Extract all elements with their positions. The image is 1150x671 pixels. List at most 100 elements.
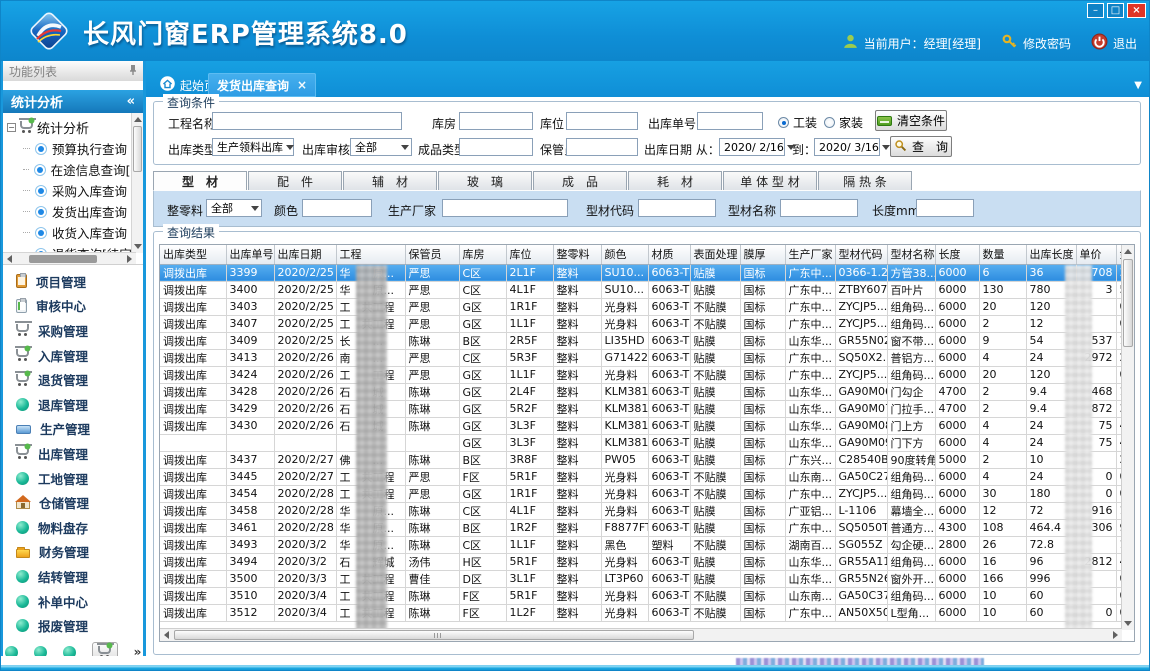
material-tab[interactable]: 配 件 bbox=[248, 171, 342, 190]
table-row[interactable]: 调拨出库34242020/2/26工 工程严思G区1L1F整料光身料6063-T… bbox=[160, 366, 1132, 383]
column-header[interactable]: 库房 bbox=[459, 245, 506, 264]
order-no-input[interactable] bbox=[697, 112, 763, 130]
sidebar-item-入库管理[interactable]: 入库管理 bbox=[3, 343, 143, 368]
tree-item[interactable]: 采购入库查询 bbox=[7, 180, 143, 201]
sidebar-item-物料盘存[interactable]: 物料盘存 bbox=[3, 515, 143, 540]
tree-item[interactable]: 在途信息查询[待 bbox=[7, 159, 143, 180]
minimize-button[interactable]: – bbox=[1087, 3, 1104, 18]
column-header[interactable]: 单价 bbox=[1076, 245, 1116, 264]
column-header[interactable]: 库位 bbox=[506, 245, 553, 264]
warehouse-input[interactable] bbox=[459, 112, 533, 130]
sidebar-item-仓储管理[interactable]: 仓储管理 bbox=[3, 490, 143, 515]
column-header[interactable]: 整零料 bbox=[553, 245, 601, 264]
column-header[interactable]: 保管员 bbox=[405, 245, 459, 264]
column-header[interactable]: 出库日期 bbox=[274, 245, 336, 264]
column-header[interactable]: 型材名称 bbox=[887, 245, 935, 264]
table-row[interactable]: 调拨出库35002020/3/3工 共工程曹佳D区3L1F整料LT3P60606… bbox=[160, 570, 1132, 587]
column-header[interactable]: 材质 bbox=[648, 245, 690, 264]
column-header[interactable]: 表面处理 bbox=[690, 245, 740, 264]
table-row[interactable]: 调拨出库34002020/2/25华 原...严思C区4L1F整料SU10...… bbox=[160, 281, 1132, 298]
tab-shipping-query[interactable]: 发货出库查询 × bbox=[208, 73, 316, 97]
tree-item[interactable]: 收货入库查询 bbox=[7, 222, 143, 243]
section-header[interactable]: 统计分析 « bbox=[3, 90, 143, 113]
sidebar-item-退库管理[interactable]: 退库管理 bbox=[3, 392, 143, 417]
collapse-icon[interactable]: « bbox=[127, 94, 135, 109]
column-header[interactable]: 数量 bbox=[979, 245, 1026, 264]
search-button[interactable]: 查 询 bbox=[890, 136, 952, 157]
sidebar-item-工地管理[interactable]: 工地管理 bbox=[3, 466, 143, 491]
grid-vertical-scrollbar[interactable] bbox=[1121, 245, 1134, 630]
change-password-button[interactable]: 修改密码 bbox=[1001, 33, 1071, 53]
whole-part-select[interactable]: 全部 bbox=[206, 199, 262, 217]
tree-root[interactable]: − 统计分析 bbox=[7, 116, 143, 138]
column-header[interactable]: 出库长度 bbox=[1026, 245, 1076, 264]
column-header[interactable]: 颜色 bbox=[601, 245, 648, 264]
column-header[interactable]: 膜厚 bbox=[740, 245, 785, 264]
tree-collapse-icon[interactable]: − bbox=[7, 123, 16, 132]
factory-input[interactable] bbox=[442, 199, 568, 217]
tree-item[interactable]: 发货出库查询 bbox=[7, 201, 143, 222]
sidebar-item-补单中心[interactable]: 补单中心 bbox=[3, 589, 143, 614]
table-row[interactable]: 调拨出库34942020/3/2石 辉城汤伟H区5R1F整料光身料6063-T5… bbox=[160, 553, 1132, 570]
close-button[interactable]: × bbox=[1127, 3, 1146, 18]
sidebar-item-财务管理[interactable]: 财务管理 bbox=[3, 540, 143, 565]
table-row[interactable]: 调拨出库34612020/2/28华 原...陈琳B区1R2F整料F8877FT… bbox=[160, 519, 1132, 536]
material-tab[interactable]: 型 材 bbox=[153, 171, 247, 190]
project-name-input[interactable] bbox=[212, 112, 402, 130]
column-header[interactable]: 出库类型 bbox=[160, 245, 226, 264]
sidebar-item-退货管理[interactable]: 退货管理 bbox=[3, 367, 143, 392]
color-input[interactable] bbox=[302, 199, 372, 217]
column-header[interactable]: 型材代码 bbox=[835, 245, 887, 264]
column-header[interactable]: 出库单号 bbox=[226, 245, 274, 264]
table-row[interactable]: 调拨出库34302020/2/26石 城陈琳G区3L3F整料KLM3817606… bbox=[160, 417, 1132, 434]
material-tab[interactable]: 辅 材 bbox=[343, 171, 437, 190]
table-row[interactable]: 调拨出库34092020/2/25长 ...陈琳B区2R5F整料LI35HD60… bbox=[160, 332, 1132, 349]
keeper-input[interactable] bbox=[566, 138, 638, 156]
table-row[interactable]: 调拨出库34932020/3/2华 原...陈琳C区1L1F整料黑色塑料不贴膜国… bbox=[160, 536, 1132, 553]
radio-industrial[interactable]: 工装 bbox=[778, 114, 817, 131]
sidebar-item-出库管理[interactable]: 出库管理 bbox=[3, 441, 143, 466]
logout-button[interactable]: 退出 bbox=[1091, 33, 1137, 53]
maximize-button[interactable]: □ bbox=[1107, 3, 1124, 18]
out-type-select[interactable]: 生产领料出库 bbox=[212, 138, 294, 156]
column-header[interactable]: 工程 bbox=[336, 245, 405, 264]
table-row[interactable]: 调拨出库34282020/2/26石 城陈琳G区2L4F整料KLM3817606… bbox=[160, 383, 1132, 400]
sidebar-item-项目管理[interactable]: 项目管理 bbox=[3, 269, 143, 294]
table-row[interactable]: 调拨出库35102020/3/4工 共工程陈琳F区5R1F整料光身料6063-T… bbox=[160, 587, 1132, 604]
table-row[interactable]: G区3L3F整料KLM38176063-T5贴膜国标山东华...GA90M09.… bbox=[160, 434, 1132, 451]
product-type-input[interactable] bbox=[459, 138, 533, 156]
tree-horizontal-scrollbar[interactable] bbox=[3, 252, 136, 264]
sidebar-item-审核中心[interactable]: 审核中心 bbox=[3, 294, 143, 319]
table-row[interactable]: 调拨出库35122020/3/4工 共工程陈琳F区1L2F整料光身料6063-T… bbox=[160, 604, 1132, 621]
table-row[interactable]: 调拨出库33992020/2/25华 原...严思C区2L1F整料SU10...… bbox=[160, 264, 1132, 281]
table-row[interactable]: 调拨出库34452020/2/27工 共工程严思F区5R1F整料光身料6063-… bbox=[160, 468, 1132, 485]
tree-item[interactable]: 退库管理[待定] bbox=[7, 264, 143, 265]
table-row[interactable]: 调拨出库34032020/2/25工 共工程严思G区1R1F整料光身料6063-… bbox=[160, 298, 1132, 315]
profile-name-input[interactable] bbox=[780, 199, 858, 217]
material-tab[interactable]: 玻 璃 bbox=[438, 171, 532, 190]
table-row[interactable]: 调拨出库34582020/2/28华 原...陈琳C区4L1F整料光身料6063… bbox=[160, 502, 1132, 519]
tree-item[interactable]: 预算执行查询 bbox=[7, 138, 143, 159]
clear-conditions-button[interactable]: 清空条件 bbox=[875, 110, 947, 131]
grid-horizontal-scrollbar[interactable] bbox=[160, 628, 1122, 641]
material-tab[interactable]: 成 品 bbox=[533, 171, 627, 190]
audit-select[interactable]: 全部 bbox=[350, 138, 412, 156]
material-tab[interactable]: 单 体 型 材 bbox=[723, 171, 817, 190]
date-to-picker[interactable]: 2020/ 3/16 bbox=[814, 138, 880, 156]
tab-overflow-icon[interactable]: ▼ bbox=[1134, 80, 1142, 91]
tab-close-icon[interactable]: × bbox=[297, 78, 307, 92]
sidebar-item-采购管理[interactable]: 采购管理 bbox=[3, 318, 143, 343]
column-header[interactable]: 生产厂家 bbox=[785, 245, 835, 264]
location-input[interactable] bbox=[566, 112, 638, 130]
pin-icon[interactable] bbox=[129, 64, 137, 79]
sidebar-item-生产管理[interactable]: 生产管理 bbox=[3, 417, 143, 442]
table-row[interactable]: 调拨出库34072020/2/25工 共工程严思G区1L1F整料光身料6063-… bbox=[160, 315, 1132, 332]
scrollbar-thumb[interactable] bbox=[174, 630, 694, 640]
length-input[interactable] bbox=[916, 199, 974, 217]
table-row[interactable]: 调拨出库34292020/2/26石 城陈琳G区5R2F整料KLM3817606… bbox=[160, 400, 1132, 417]
tree-vertical-scrollbar[interactable] bbox=[131, 113, 143, 253]
table-row[interactable]: 调拨出库34132020/2/26南 ...严思C区5R3F整料G7142260… bbox=[160, 349, 1132, 366]
sidebar-item-结转管理[interactable]: 结转管理 bbox=[3, 564, 143, 589]
sidebar-item-报废管理[interactable]: 报废管理 bbox=[3, 613, 143, 638]
table-row[interactable]: 调拨出库34542020/2/28工 共工程严思G区1R1F整料光身料6063-… bbox=[160, 485, 1132, 502]
